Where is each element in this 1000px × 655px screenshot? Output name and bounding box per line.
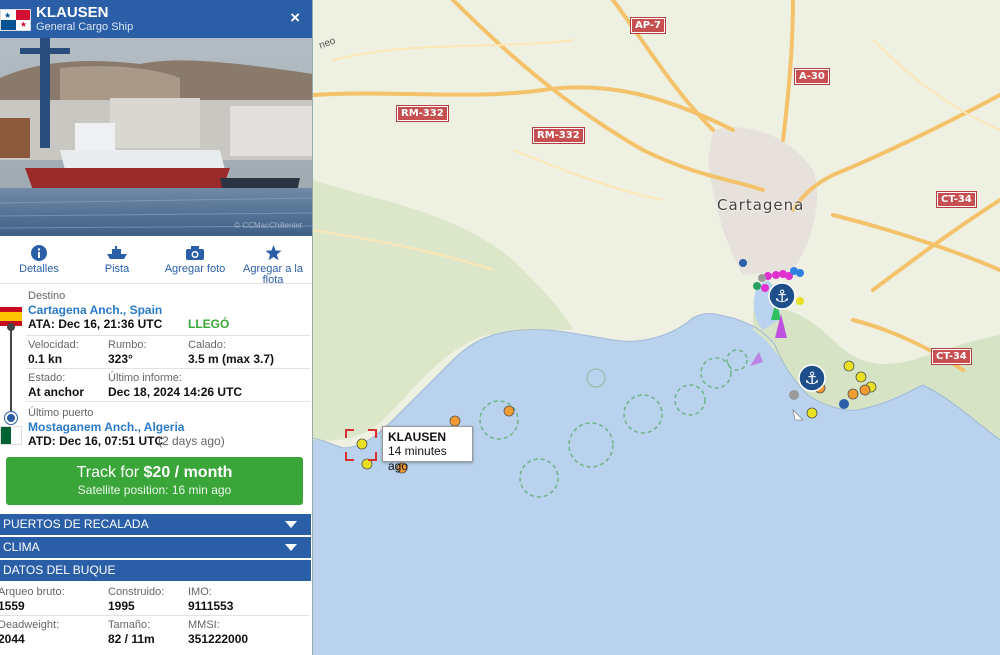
chevron-down-icon <box>285 521 297 528</box>
info-icon <box>0 244 78 262</box>
last-report-label: Último informe: <box>108 372 182 384</box>
atd-ago: (2 days ago) <box>158 434 225 448</box>
divider <box>26 335 310 336</box>
vessel-photo-image <box>0 38 312 236</box>
ata-value: ATA: Dec 16, 21:36 UTC <box>28 317 163 331</box>
buoy-marker <box>586 368 606 388</box>
algeria-flag-icon <box>0 426 22 445</box>
panama-flag-icon: ★ ★ <box>0 9 31 31</box>
built-value: 1995 <box>108 599 135 613</box>
road-label: CT-34 <box>936 191 977 208</box>
vessel-data-label: DATOS DEL BUQUE <box>3 563 116 577</box>
size-value: 82 / 11m <box>108 632 155 646</box>
vessel-name: KLAUSEN <box>36 4 109 21</box>
atd-value: ATD: Dec 16, 07:51 UTC <box>28 434 164 448</box>
road-label: A-30 <box>794 68 830 85</box>
track-label: Pista <box>104 263 130 275</box>
road-label: RM-332 <box>532 127 585 144</box>
tooltip-last-seen: 14 minutes ago <box>388 444 447 473</box>
vessel-panel: ★ ★ KLAUSEN General Cargo Ship × © CCMac… <box>0 0 313 655</box>
action-bar: Detalles Pista Agregar foto Agregar a la… <box>0 236 312 286</box>
gross-tonnage-label: Arqueo bruto: <box>0 586 65 598</box>
deadweight-label: Deadweight: <box>0 619 60 631</box>
vessel-tooltip[interactable]: KLAUSEN 14 minutes ago <box>382 426 473 473</box>
vessel-type: General Cargo Ship <box>36 21 134 33</box>
camera-icon <box>156 244 234 262</box>
mmsi-value: 351222000 <box>188 632 249 646</box>
course-value: 323° <box>108 352 133 366</box>
speed-label: Velocidad: <box>28 339 79 351</box>
last-port-label: Último puerto <box>28 407 94 419</box>
built-label: Construido: <box>108 586 165 598</box>
ship-track-icon <box>78 244 156 262</box>
add-to-fleet-label: Agregar a la flota <box>243 263 303 286</box>
draught-value: 3.5 m (max 3.7) <box>188 352 275 366</box>
route-line <box>10 329 12 414</box>
gross-tonnage-value: 1559 <box>0 599 25 613</box>
last-port-link[interactable]: Mostaganem Anch., Algeria <box>28 420 184 434</box>
speed-value: 0.1 kn <box>28 352 63 366</box>
status-label: Estado: <box>28 372 66 384</box>
destination-port-link[interactable]: Cartagena Anch., Spain <box>28 303 162 317</box>
details-button[interactable]: Detalles <box>0 236 78 283</box>
draught-label: Calado: <box>188 339 226 351</box>
anchor-icon[interactable]: ⚓ <box>768 282 796 310</box>
destination-label: Destino <box>28 290 66 302</box>
add-to-fleet-button[interactable]: Agregar a la flota <box>234 236 312 286</box>
vessel-finder-app: ⚓ ⚓ Cartagena AP-7 A-30 RM-332 RM-332 CT… <box>0 0 1000 655</box>
course-label: Rumbo: <box>108 339 147 351</box>
imo-label: IMO: <box>188 586 212 598</box>
size-label: Tamaño: <box>108 619 151 631</box>
divider <box>26 401 310 402</box>
map-canvas[interactable]: ⚓ ⚓ <box>313 0 1000 655</box>
weather-label: CLIMA <box>3 540 40 554</box>
deadweight-value: 2044 <box>0 632 25 646</box>
city-label: Cartagena <box>717 196 805 214</box>
cta-title: Track for $20 / month <box>76 464 233 481</box>
last-report-value: Dec 18, 2024 14:26 UTC <box>108 385 243 399</box>
track-button[interactable]: Pista <box>78 236 156 283</box>
road-label: AP-7 <box>629 17 667 34</box>
ports-of-call-label: PUERTOS DE RECALADA <box>3 517 149 531</box>
imo-value: 9111553 <box>188 599 234 613</box>
voyage-info: Destino Cartagena Anch., Spain ATA: Dec … <box>0 284 312 450</box>
divider <box>0 615 309 616</box>
ports-of-call-section[interactable]: PUERTOS DE RECALADA <box>0 514 311 535</box>
add-photo-button[interactable]: Agregar foto <box>156 236 234 283</box>
route-end-dot <box>5 412 17 424</box>
status-value: At anchor <box>28 385 85 399</box>
add-photo-label: Agregar foto <box>164 263 226 275</box>
svg-text:⚓: ⚓ <box>774 287 789 307</box>
star-icon <box>234 244 312 262</box>
anchor-icon[interactable]: ⚓ <box>798 364 826 392</box>
mmsi-label: MMSI: <box>188 619 220 631</box>
map-view[interactable]: ⚓ ⚓ Cartagena AP-7 A-30 RM-332 RM-332 CT… <box>313 0 1000 655</box>
cta-subtitle: Satellite position: 16 min ago <box>77 483 232 497</box>
details-label: Detalles <box>19 263 59 275</box>
tooltip-vessel-name: KLAUSEN <box>388 430 447 444</box>
chevron-down-icon <box>285 544 297 551</box>
road-label: CT-34 <box>931 348 972 365</box>
road-label: RM-332 <box>396 105 449 122</box>
anchorage-areas <box>479 349 748 498</box>
weather-section[interactable]: CLIMA <box>0 537 311 558</box>
arrived-status: LLEGÓ <box>188 317 230 331</box>
divider <box>26 368 310 369</box>
track-subscription-button[interactable]: Track for $20 / month Satellite position… <box>6 457 303 505</box>
svg-text:⚓: ⚓ <box>804 369 819 389</box>
vessel-data-section[interactable]: DATOS DEL BUQUE <box>0 560 311 581</box>
panel-header: ★ ★ KLAUSEN General Cargo Ship × <box>0 0 312 38</box>
close-icon[interactable]: × <box>290 9 300 27</box>
photo-credit: © CCMacChillenlet <box>234 221 302 230</box>
vessel-photo[interactable]: © CCMacChillenlet <box>0 38 312 236</box>
